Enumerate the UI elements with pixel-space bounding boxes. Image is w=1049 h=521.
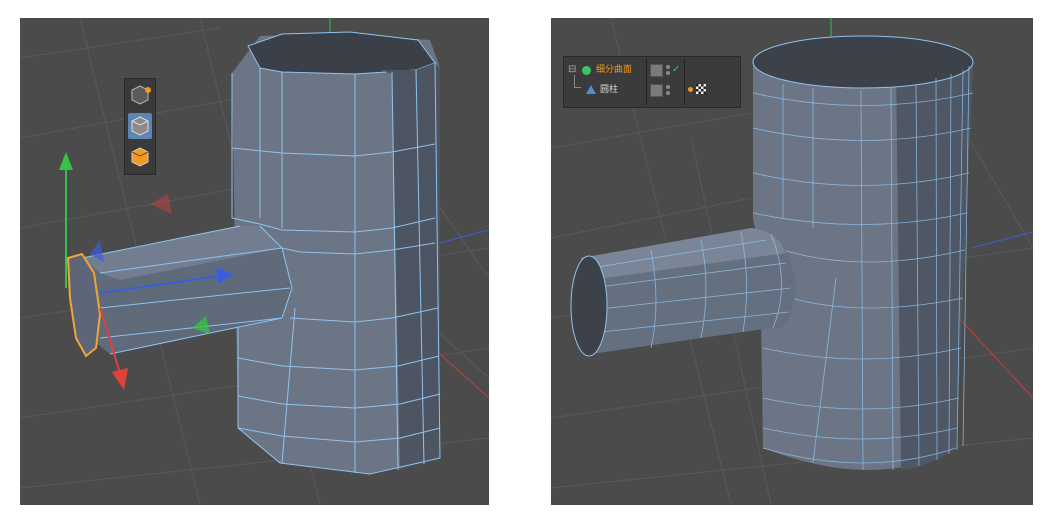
right-viewport[interactable]: ⊟ 细分曲面 ✓ 圆柱: [551, 18, 1033, 505]
object-name[interactable]: 圆柱: [600, 81, 618, 99]
points-mode-icon: [131, 85, 151, 105]
object-manager: ⊟ 细分曲面 ✓ 圆柱: [563, 56, 741, 108]
world-z-axis-line: [970, 231, 1033, 249]
left-viewport[interactable]: [20, 18, 489, 505]
model-mode-icon: [131, 116, 149, 136]
object-name[interactable]: 细分曲面: [596, 61, 632, 79]
cylinder-icon: [586, 85, 596, 94]
model-mode-button[interactable]: [128, 113, 152, 139]
layer-tag-icon[interactable]: [650, 64, 663, 77]
tree-line: [574, 75, 581, 88]
polygons-mode-icon: [131, 147, 149, 167]
subdivision-surface-icon: [582, 66, 591, 75]
object-row-subdivision[interactable]: ⊟ 细分曲面 ✓: [564, 59, 740, 105]
enabled-check-icon[interactable]: ✓: [672, 61, 680, 79]
layer-tag-icon[interactable]: [650, 84, 663, 97]
object-row-cylinder[interactable]: 圆柱: [564, 75, 740, 99]
phong-tag-icon[interactable]: [688, 87, 693, 92]
visibility-editor-dot[interactable]: [666, 65, 670, 69]
visibility-render-dot[interactable]: [666, 71, 670, 75]
visibility-render-dot[interactable]: [666, 91, 670, 95]
branch-opening: [570, 255, 608, 357]
points-mode-button[interactable]: [128, 82, 152, 108]
visibility-editor-dot[interactable]: [666, 85, 670, 89]
polygons-mode-button[interactable]: [128, 144, 152, 170]
gizmo-y-arrow[interactable]: [59, 152, 73, 170]
left-viewport-scene[interactable]: [20, 18, 489, 505]
gizmo-plane-handle-xy[interactable]: [150, 194, 172, 214]
selection-mode-toolbar: [124, 78, 156, 175]
gizmo-x-arrow[interactable]: [112, 368, 128, 390]
texture-tag-icon[interactable]: [696, 84, 706, 94]
